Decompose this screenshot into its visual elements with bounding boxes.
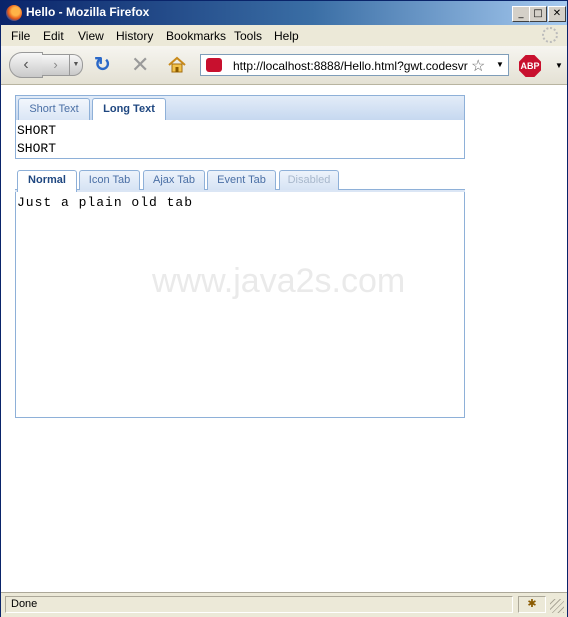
bookmark-star-icon[interactable]: ☆: [471, 56, 485, 76]
window-title: Hello - Mozilla Firefox: [26, 5, 150, 19]
browser-window: Hello - Mozilla Firefox _ □ ✕ File Edit …: [0, 0, 568, 617]
site-favicon-icon: [206, 58, 222, 72]
tab-short-text[interactable]: Short Text: [18, 98, 90, 121]
adblock-plus-icon[interactable]: ABP: [519, 55, 541, 77]
watermark-text: www.java2s.com: [152, 262, 406, 300]
close-button[interactable]: ✕: [548, 6, 566, 22]
menu-tools[interactable]: Tools: [234, 29, 262, 43]
addon-bug-icon[interactable]: ✱: [518, 596, 546, 613]
stop-icon[interactable]: ✕: [131, 54, 149, 76]
menu-bookmarks[interactable]: Bookmarks: [166, 29, 226, 43]
url-dropdown-icon[interactable]: ▼: [496, 60, 504, 69]
tab-icon[interactable]: Icon Tab: [79, 170, 140, 190]
minimize-button[interactable]: _: [512, 6, 530, 22]
tab-disabled: Disabled: [279, 170, 339, 190]
address-bar[interactable]: http://localhost:8888/Hello.html?gwt.cod…: [200, 54, 509, 76]
history-dropdown-button[interactable]: ▼: [70, 54, 83, 76]
title-bar: Hello - Mozilla Firefox _ □ ✕: [1, 1, 567, 25]
menu-history[interactable]: History: [116, 29, 153, 43]
firefox-logo-icon: [6, 5, 22, 21]
maximize-button[interactable]: □: [529, 6, 547, 22]
tab-normal[interactable]: Normal: [17, 170, 77, 192]
tab-event[interactable]: Event Tab: [207, 170, 276, 190]
adblock-dropdown-icon[interactable]: ▼: [555, 61, 563, 70]
status-text: Done: [5, 596, 513, 613]
menu-help[interactable]: Help: [274, 29, 299, 43]
text-tab-bar: Short Text Long Text: [15, 95, 465, 121]
main-tab-content: Just a plain old tab www.java2s.com: [15, 192, 465, 418]
reload-icon[interactable]: ↻: [94, 55, 111, 75]
text-tab-panel: Short Text Long Text SHORT SHORT: [15, 95, 465, 159]
url-input[interactable]: http://localhost:8888/Hello.html?gwt.cod…: [233, 59, 468, 73]
resize-grip-icon[interactable]: [550, 599, 564, 613]
menu-bar: File Edit View History Bookmarks Tools H…: [1, 25, 567, 46]
text-tab-content: SHORT SHORT: [15, 120, 465, 159]
navigation-toolbar: ‹ › ▼ ↻ ✕ http://localhost:8888/Hello.ht…: [1, 46, 567, 85]
menu-file[interactable]: File: [11, 29, 30, 43]
page-content: Short Text Long Text SHORT SHORT Normal …: [1, 85, 567, 592]
home-icon[interactable]: [167, 55, 187, 75]
main-tab-panel: Normal Icon Tab Ajax Tab Event Tab Disab…: [15, 169, 465, 418]
tab-ajax[interactable]: Ajax Tab: [143, 170, 205, 190]
menu-edit[interactable]: Edit: [43, 29, 64, 43]
main-tab-bar: Normal Icon Tab Ajax Tab Event Tab Disab…: [15, 169, 465, 193]
status-bar: Done ✱: [1, 592, 567, 617]
tab-long-text[interactable]: Long Text: [92, 98, 166, 121]
content-line: SHORT: [17, 123, 57, 138]
back-button[interactable]: ‹: [9, 52, 43, 78]
throbber-icon: [542, 27, 558, 43]
content-line: SHORT: [17, 141, 57, 156]
forward-button[interactable]: ›: [42, 54, 70, 76]
menu-view[interactable]: View: [78, 29, 104, 43]
tab-body-text: Just a plain old tab: [17, 195, 194, 210]
